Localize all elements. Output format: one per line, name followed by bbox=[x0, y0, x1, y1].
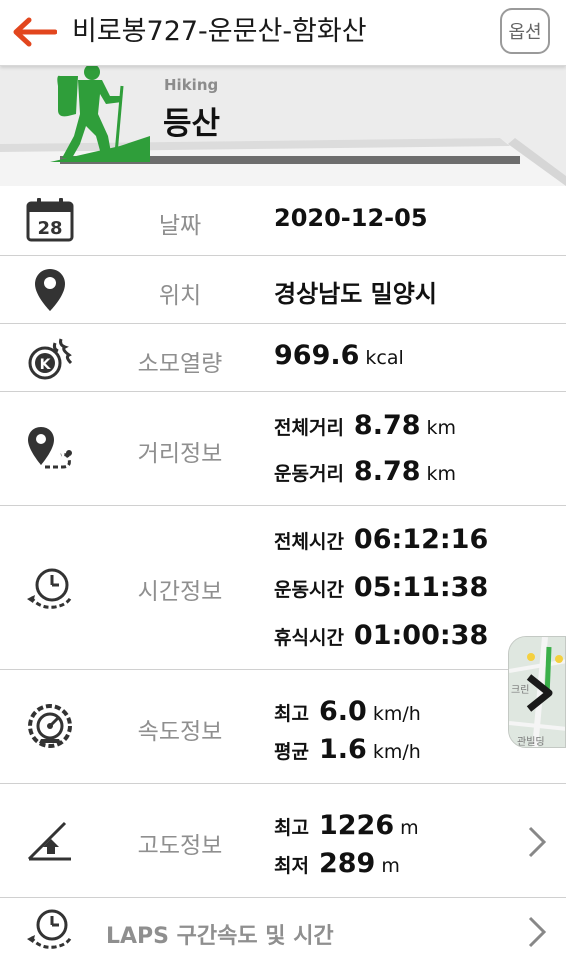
total-time-value: 06:12:16 bbox=[353, 524, 489, 555]
date-label: 날짜 bbox=[158, 213, 202, 239]
min-altitude-unit: m bbox=[381, 855, 400, 877]
calories-row: K 소모열량 969.6 kcal bbox=[0, 324, 566, 392]
time-row: 시간정보 전체시간 06:12:16 운동시간 05:11:38 휴식시간 01… bbox=[0, 506, 566, 670]
calories-unit: kcal bbox=[365, 347, 404, 369]
exercise-distance-line: 운동거리 8.78 km bbox=[274, 456, 456, 487]
laps-stopwatch-icon bbox=[22, 902, 78, 958]
elevation-icon bbox=[22, 812, 78, 868]
exercise-time-key: 운동시간 bbox=[274, 579, 344, 601]
svg-text:K: K bbox=[40, 357, 52, 373]
total-time-key: 전체시간 bbox=[274, 531, 344, 553]
speedometer-icon bbox=[22, 698, 78, 754]
distance-row: 거리정보 전체거리 8.78 km 운동거리 8.78 km bbox=[0, 392, 566, 506]
rest-time-line: 휴식시간 01:00:38 bbox=[274, 620, 488, 651]
route-pin-icon bbox=[22, 420, 78, 476]
max-speed-key: 최고 bbox=[274, 703, 309, 725]
altitude-label: 고도정보 bbox=[137, 833, 223, 859]
back-arrow-icon bbox=[13, 17, 57, 47]
speed-row: 속도정보 최고 6.0 km/h 평균 1.6 km/h bbox=[0, 670, 566, 784]
next-arrow-icon bbox=[526, 674, 553, 712]
max-altitude-key: 최고 bbox=[274, 817, 309, 839]
laps-row[interactable]: LAPS 구간속도 및 시간 bbox=[0, 898, 566, 960]
location-row: 위치 경상남도 밀양시 bbox=[0, 256, 566, 324]
date-row: 28 날짜 2020-12-05 bbox=[0, 186, 566, 256]
location-value: 경상남도 밀양시 bbox=[274, 280, 437, 308]
min-altitude-value: 289 bbox=[318, 848, 376, 879]
total-time-line: 전체시간 06:12:16 bbox=[274, 524, 488, 555]
svg-text:28: 28 bbox=[37, 218, 62, 239]
calorie-fire-icon: K bbox=[22, 330, 78, 386]
max-altitude-line: 최고 1226 m bbox=[274, 810, 419, 841]
back-button[interactable] bbox=[12, 14, 58, 50]
stopwatch-icon bbox=[22, 560, 78, 616]
page-title: 비로봉727-운문산-함화산 bbox=[72, 16, 367, 47]
exercise-time-value: 05:11:38 bbox=[353, 572, 489, 603]
distance-label: 거리정보 bbox=[137, 441, 223, 467]
calories-value: 969.6 bbox=[274, 340, 360, 371]
exercise-distance-value: 8.78 bbox=[353, 456, 421, 487]
chevron-right-icon bbox=[522, 912, 552, 952]
avg-speed-value: 1.6 bbox=[318, 734, 367, 765]
calories-value-group: 969.6 kcal bbox=[274, 340, 404, 371]
altitude-row[interactable]: 고도정보 최고 1226 m 최저 289 m bbox=[0, 784, 566, 898]
max-altitude-value: 1226 bbox=[318, 810, 395, 841]
total-distance-value: 8.78 bbox=[353, 410, 421, 441]
avg-speed-key: 평균 bbox=[274, 741, 309, 763]
avg-speed-unit: km/h bbox=[372, 741, 421, 763]
min-altitude-key: 최저 bbox=[274, 855, 309, 877]
sport-korean-label: 등산 bbox=[163, 106, 221, 142]
rest-time-value: 01:00:38 bbox=[353, 620, 489, 651]
exercise-distance-unit: km bbox=[426, 463, 457, 485]
svg-text:관빌딩: 관빌딩 bbox=[517, 736, 545, 748]
location-pin-icon bbox=[22, 262, 78, 318]
options-button[interactable]: 옵션 bbox=[500, 8, 550, 54]
calendar-icon: 28 bbox=[22, 192, 78, 248]
total-distance-key: 전체거리 bbox=[274, 417, 344, 439]
calories-label: 소모열량 bbox=[137, 351, 223, 377]
date-value: 2020-12-05 bbox=[274, 204, 428, 232]
max-altitude-unit: m bbox=[400, 817, 419, 839]
sport-english-label: Hiking bbox=[164, 76, 219, 94]
laps-label: LAPS 구간속도 및 시간 bbox=[106, 924, 334, 949]
map-thumbnail-button[interactable]: 크린 관빌딩 bbox=[508, 636, 566, 748]
max-speed-unit: km/h bbox=[372, 703, 421, 725]
speed-label: 속도정보 bbox=[137, 719, 223, 745]
total-distance-line: 전체거리 8.78 km bbox=[274, 410, 456, 441]
hiker-icon bbox=[50, 66, 150, 162]
top-bar: 비로봉727-운문산-함화산 옵션 bbox=[0, 0, 566, 66]
rest-time-key: 휴식시간 bbox=[274, 627, 344, 649]
total-distance-unit: km bbox=[426, 417, 457, 439]
exercise-time-line: 운동시간 05:11:38 bbox=[274, 572, 488, 603]
time-label: 시간정보 bbox=[137, 579, 223, 605]
max-speed-line: 최고 6.0 km/h bbox=[274, 696, 421, 727]
min-altitude-line: 최저 289 m bbox=[274, 848, 400, 879]
avg-speed-line: 평균 1.6 km/h bbox=[274, 734, 421, 765]
exercise-distance-key: 운동거리 bbox=[274, 463, 344, 485]
chevron-right-icon bbox=[522, 822, 552, 862]
max-speed-value: 6.0 bbox=[318, 696, 367, 727]
location-label: 위치 bbox=[158, 283, 202, 309]
activity-banner: Hiking 등산 bbox=[0, 66, 566, 186]
